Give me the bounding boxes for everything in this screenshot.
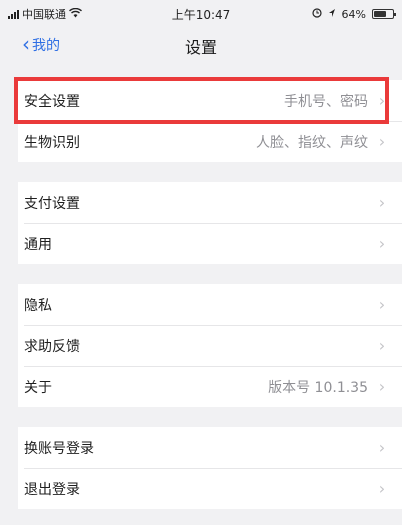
wifi-icon: [69, 7, 82, 21]
group-gap: [18, 264, 402, 284]
group-gap: [18, 407, 402, 427]
settings-row[interactable]: 通用 ›: [18, 223, 402, 264]
settings-row[interactable]: 换账号登录 ›: [18, 427, 402, 468]
back-chevron-icon: ‹: [22, 32, 30, 56]
battery-percent: 64%: [341, 7, 366, 21]
settings-group: 安全设置 手机号、密码 › 生物识别 人脸、指纹、声纹 ›: [18, 80, 402, 162]
chevron-right-icon: ›: [378, 377, 386, 396]
settings-row-label: 换账号登录: [24, 440, 94, 457]
settings-row[interactable]: 退出登录 ›: [18, 468, 402, 509]
settings-row-label: 支付设置: [24, 195, 80, 212]
chevron-right-icon: ›: [378, 91, 386, 110]
page-title: 设置: [184, 38, 217, 57]
settings-row-label: 隐私: [24, 297, 52, 314]
settings-row-value: 手机号、密码: [284, 93, 368, 110]
settings-row-label: 求助反馈: [24, 338, 80, 355]
navigation-bar: ‹ 我的 设置: [0, 28, 402, 62]
settings-row-value: 版本号 10.1.35: [268, 379, 368, 396]
chevron-right-icon: ›: [378, 336, 386, 355]
location-icon: [328, 8, 336, 21]
status-right: 64%: [244, 7, 396, 21]
settings-row-label: 关于: [24, 379, 52, 396]
back-button[interactable]: ‹ 我的: [22, 32, 60, 56]
status-time: 上午10:47: [171, 7, 231, 22]
settings-row[interactable]: 支付设置 ›: [18, 182, 402, 223]
settings-row-label: 生物识别: [24, 134, 80, 151]
settings-row[interactable]: 生物识别 人脸、指纹、声纹 ›: [18, 121, 402, 162]
status-left: 中国联通: [8, 6, 158, 22]
settings-row[interactable]: 关于 版本号 10.1.35 ›: [18, 366, 402, 407]
settings-group: 支付设置 › 通用 ›: [18, 182, 402, 264]
settings-row[interactable]: 隐私 ›: [18, 284, 402, 325]
settings-row[interactable]: 安全设置 手机号、密码 ›: [18, 80, 402, 121]
chevron-right-icon: ›: [378, 193, 386, 212]
settings-row-value: 人脸、指纹、声纹: [256, 134, 368, 151]
chevron-right-icon: ›: [378, 234, 386, 253]
chevron-right-icon: ›: [378, 479, 386, 498]
signal-icon: [8, 9, 19, 19]
chevron-right-icon: ›: [378, 295, 386, 314]
group-gap: [18, 162, 402, 182]
chevron-right-icon: ›: [378, 438, 386, 457]
alarm-icon: [311, 7, 322, 21]
settings-row-label: 安全设置: [24, 93, 80, 110]
status-bar: 中国联通 上午10:47 64%: [0, 0, 402, 28]
settings-row-label: 退出登录: [24, 481, 80, 498]
chevron-right-icon: ›: [378, 132, 386, 151]
battery-icon: [372, 9, 396, 19]
settings-list: 安全设置 手机号、密码 › 生物识别 人脸、指纹、声纹 › 支付设置 › 通用 › 隐私 › 求助反馈 ›…: [18, 80, 402, 509]
settings-group: 换账号登录 › 退出登录 ›: [18, 427, 402, 509]
settings-group: 隐私 › 求助反馈 › 关于 版本号 10.1.35 ›: [18, 284, 402, 407]
carrier-label: 中国联通: [22, 8, 66, 21]
battery-fill: [374, 11, 386, 17]
back-label: 我的: [32, 38, 60, 54]
settings-row-label: 通用: [24, 236, 52, 253]
settings-row[interactable]: 求助反馈 ›: [18, 325, 402, 366]
